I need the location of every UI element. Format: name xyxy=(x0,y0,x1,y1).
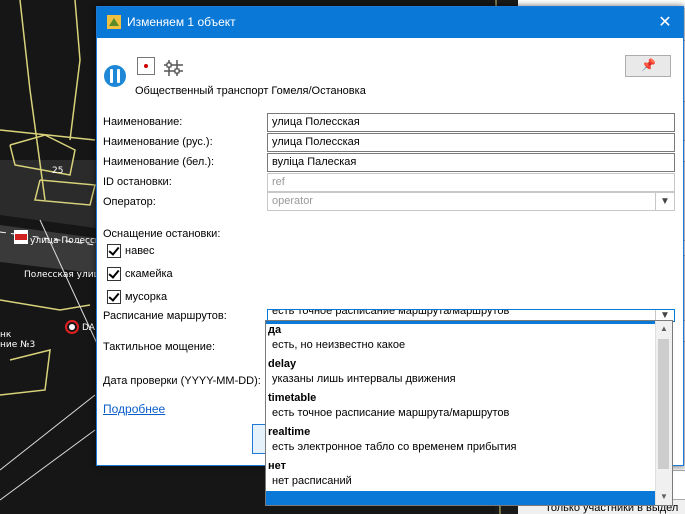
name-be-field[interactable]: вуліца Палеская xyxy=(267,153,675,172)
checkbox-icon[interactable] xyxy=(107,290,121,304)
dropdown-option[interactable]: realtime есть электронное табло со време… xyxy=(268,426,656,460)
check-date-label: Дата проверки (YYYY-MM-DD): xyxy=(103,375,261,387)
scrollbar-thumb[interactable] xyxy=(658,339,669,469)
pin-icon: 📌 xyxy=(641,58,656,72)
ok-button[interactable] xyxy=(252,424,266,454)
pin-button[interactable]: 📌 xyxy=(625,55,671,77)
option-key: delay xyxy=(268,358,297,370)
way-icon xyxy=(164,60,183,76)
option-key: realtime xyxy=(268,426,311,438)
schedule-dropdown-list[interactable]: да есть, но неизвестно какое delay указа… xyxy=(265,320,673,506)
stop-id-label: ID остановки: xyxy=(103,176,172,188)
option-description: нет расписаний xyxy=(272,475,352,487)
name-ru-field[interactable]: улица Полесская xyxy=(267,133,675,152)
checkbox-icon[interactable] xyxy=(107,267,121,281)
dropdown-scrollbar[interactable]: ▲ ▼ xyxy=(655,321,672,505)
dialog-title: Изменяем 1 объект xyxy=(127,15,236,29)
checkbox-bench[interactable]: скамейка xyxy=(107,267,173,283)
option-key: timetable xyxy=(268,392,317,404)
bus-stop-icon xyxy=(104,65,126,87)
option-description: указаны лишь интервалы движения xyxy=(272,373,456,385)
checkbox-icon[interactable] xyxy=(107,244,121,258)
option-description: есть точное расписание маршрута/маршруто… xyxy=(272,407,510,419)
name-label: Наименование: xyxy=(103,116,183,128)
dropdown-option[interactable]: нет нет расписаний xyxy=(268,460,656,494)
option-key: да xyxy=(268,324,282,336)
name-be-label: Наименование (бел.): xyxy=(103,156,215,168)
operator-label: Оператор: xyxy=(103,196,156,208)
schedule-label: Расписание маршрутов: xyxy=(103,310,227,322)
tactile-label: Тактильное мощение: xyxy=(103,341,216,353)
map-house-number: 25 xyxy=(52,166,64,176)
name-field[interactable]: улица Полесская xyxy=(267,113,675,132)
name-ru-label: Наименование (рус.): xyxy=(103,136,213,148)
preset-name: Общественный транспорт Гомеля/Остановка xyxy=(135,85,366,97)
dropdown-highlight-bottom xyxy=(266,491,672,505)
option-description: есть электронное табло со временем прибы… xyxy=(272,441,517,453)
scroll-up-icon[interactable]: ▲ xyxy=(656,321,672,337)
node-icon xyxy=(137,57,155,75)
option-description: есть, но неизвестно какое xyxy=(272,339,406,351)
checkbox-label: навес xyxy=(125,245,155,257)
option-key: нет xyxy=(268,460,287,472)
checkbox-bin[interactable]: мусорка xyxy=(107,290,167,306)
checkbox-label: скамейка xyxy=(125,268,173,280)
map-label-fragment: нк xyxy=(0,330,12,340)
map-label-fragment: DA xyxy=(82,323,95,333)
more-info-link[interactable]: Подробнее xyxy=(103,402,165,416)
scroll-down-icon[interactable]: ▼ xyxy=(656,489,672,505)
operator-combo[interactable]: operator ▼ xyxy=(267,192,675,211)
map-street-label: Полесская улица xyxy=(24,270,106,280)
stop-id-field[interactable]: ref xyxy=(267,173,675,192)
schedule-value: есть точное расписание маршрута/маршруто… xyxy=(272,309,510,317)
equipment-label: Оснащение остановки: xyxy=(103,228,221,240)
map-label-fragment: ние №3 xyxy=(0,340,36,350)
chevron-down-icon[interactable]: ▼ xyxy=(655,193,674,210)
app-icon xyxy=(107,15,121,29)
dropdown-option[interactable]: да есть, но неизвестно какое xyxy=(268,324,656,358)
dropdown-option[interactable]: timetable есть точное расписание маршрут… xyxy=(268,392,656,426)
operator-value: operator xyxy=(272,195,313,207)
close-button[interactable]: ✕ xyxy=(647,7,683,38)
dialog-titlebar[interactable]: Изменяем 1 объект ✕ xyxy=(97,7,683,38)
checkbox-shelter[interactable]: навес xyxy=(107,244,155,260)
dropdown-option[interactable]: delay указаны лишь интервалы движения xyxy=(268,358,656,392)
checkbox-label: мусорка xyxy=(125,291,168,303)
